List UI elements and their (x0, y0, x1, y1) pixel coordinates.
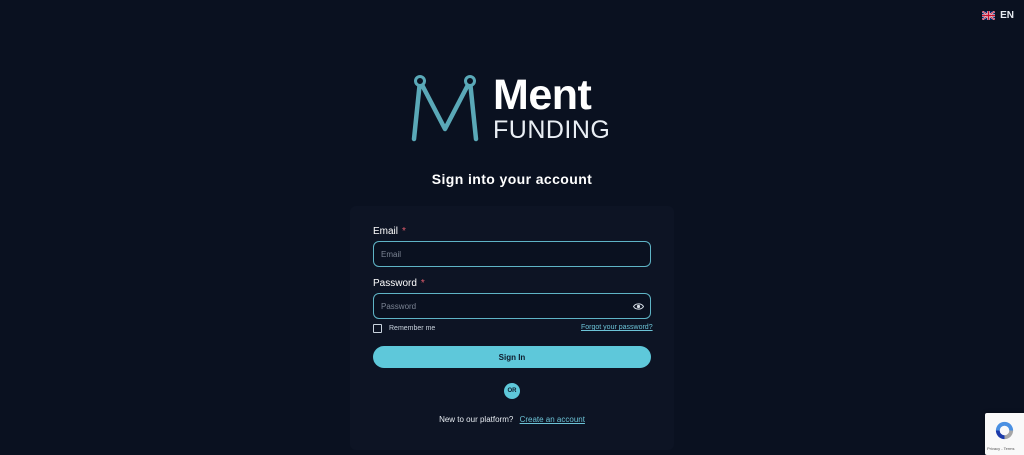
ment-funding-logo: Ment FUNDING (409, 73, 610, 143)
sign-in-button[interactable]: Sign In (373, 346, 651, 368)
language-selector[interactable]: EN (982, 10, 1014, 21)
password-field[interactable] (374, 294, 650, 318)
password-label-text: Password (373, 278, 417, 289)
page-title: Sign into your account (431, 171, 593, 187)
or-divider-text: OR (507, 388, 517, 394)
logo-wordmark: Ment (493, 71, 592, 119)
email-label: Email * (373, 226, 406, 237)
remember-me-option[interactable]: Remember me (373, 324, 435, 333)
password-field-wrapper (373, 293, 651, 319)
language-code: EN (1000, 10, 1014, 21)
signup-prompt: New to our platform? Create an account (0, 415, 1024, 424)
eye-icon[interactable] (633, 302, 644, 311)
email-field-wrapper (373, 241, 651, 267)
remember-me-label: Remember me (389, 325, 436, 332)
signup-prompt-text: New to our platform? (439, 415, 514, 424)
sign-in-page: EN Ment FUNDING Sign into your account E… (0, 0, 1024, 455)
recaptcha-links[interactable]: Privacy - Terms (987, 446, 1014, 451)
logo-subword: FUNDING (493, 116, 611, 144)
uk-flag-icon (982, 11, 996, 20)
email-label-text: Email (373, 226, 399, 237)
password-label: Password * (373, 278, 425, 289)
or-divider-badge: OR (504, 383, 520, 399)
password-required-mark: * (420, 278, 425, 289)
logo-m-mark-icon (411, 75, 479, 142)
email-required-mark: * (402, 226, 406, 237)
recaptcha-badge[interactable]: Privacy - Terms (985, 413, 1024, 455)
recaptcha-icon (995, 421, 1014, 440)
create-account-link[interactable]: Create an account (520, 415, 585, 424)
forgot-password-link[interactable]: Forgot your password? (581, 324, 653, 331)
email-field[interactable] (374, 242, 650, 266)
sign-in-button-label: Sign In (498, 352, 526, 362)
remember-me-checkbox[interactable] (373, 324, 382, 333)
